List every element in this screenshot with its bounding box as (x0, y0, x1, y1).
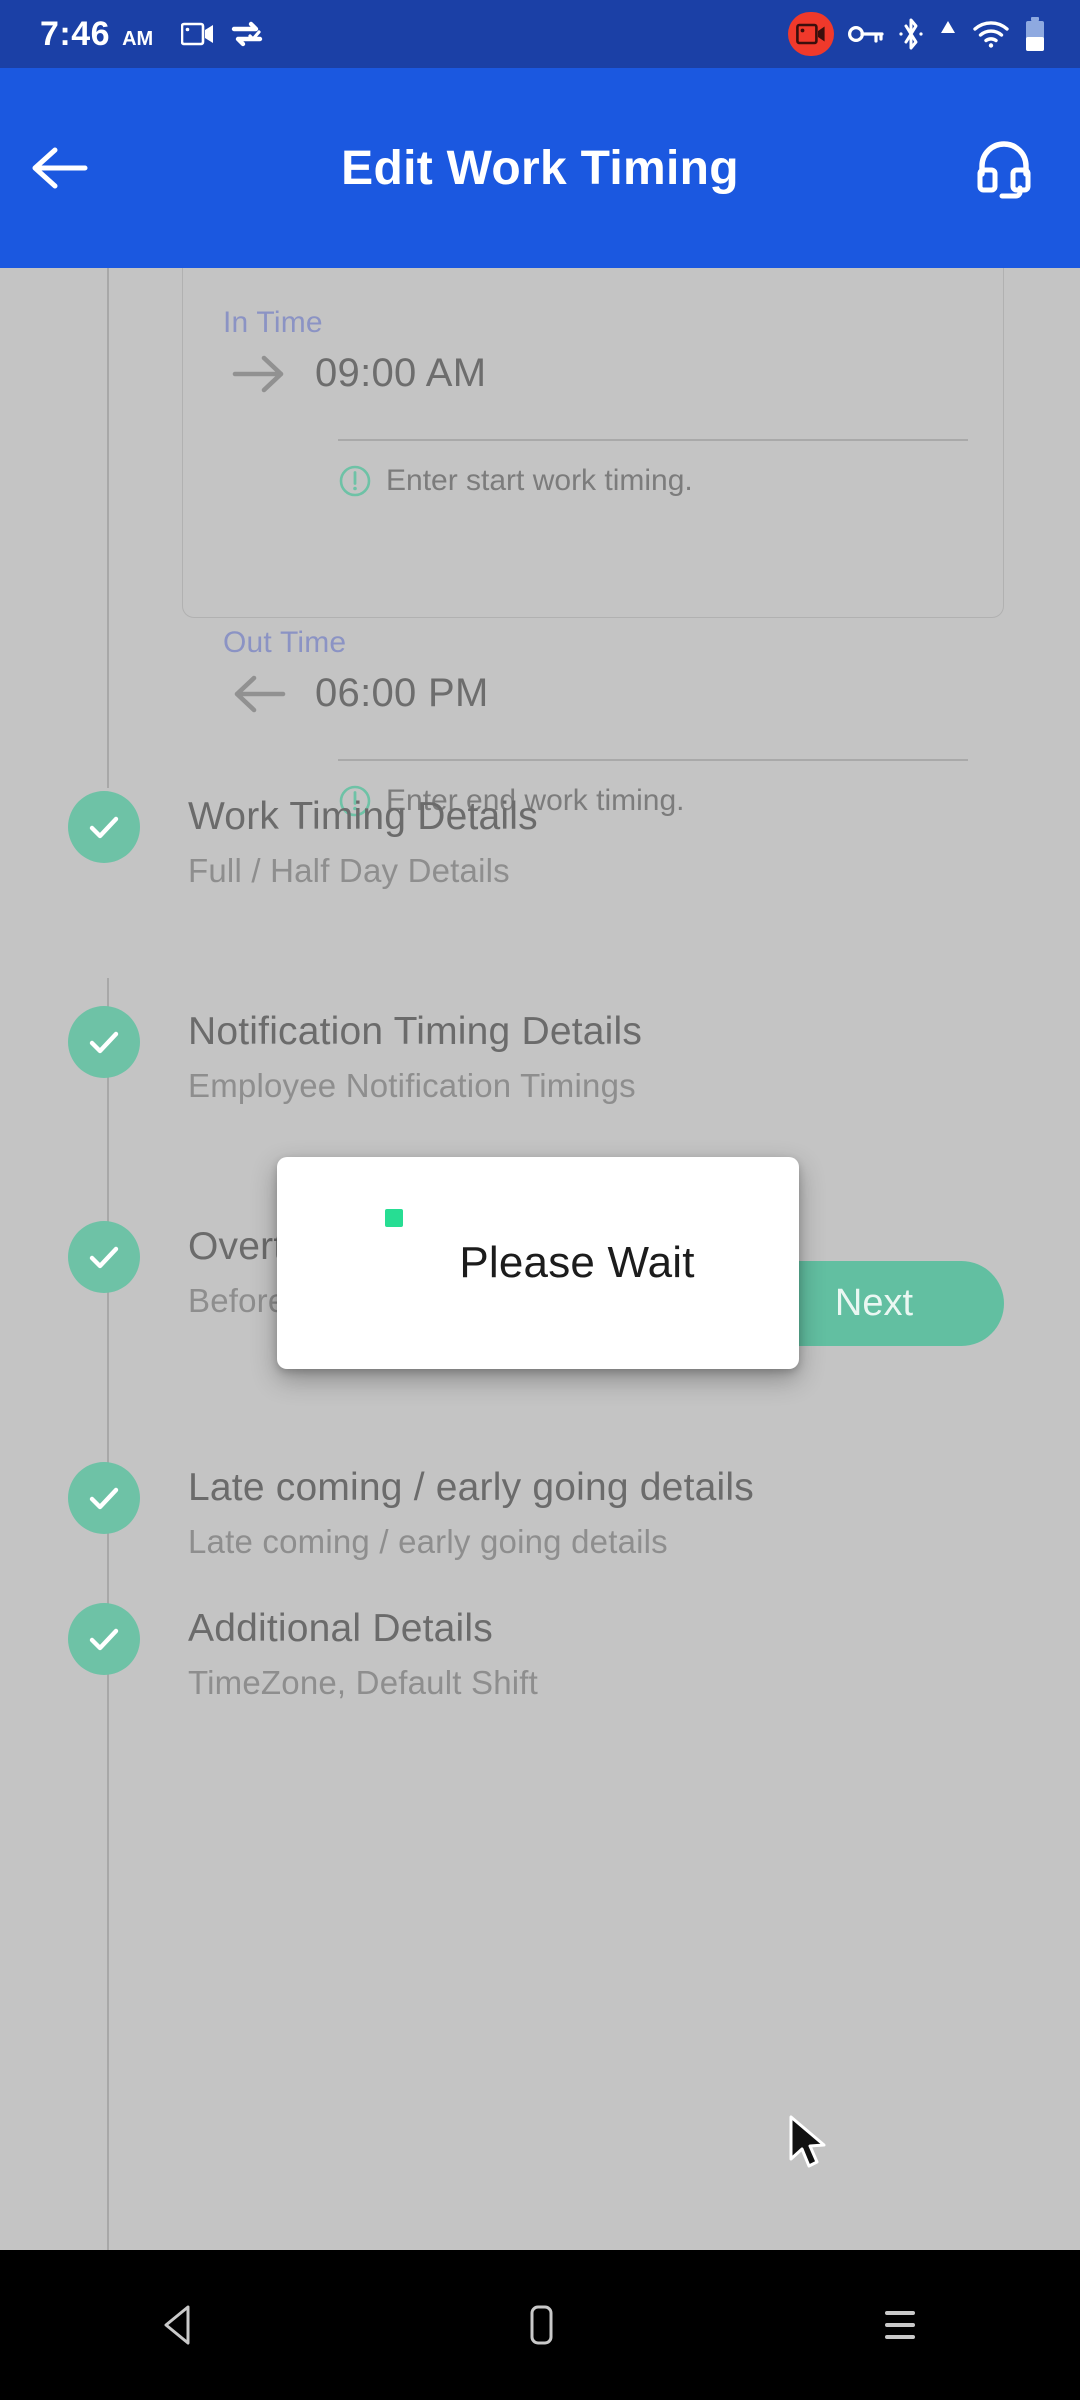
nav-home-icon (530, 2305, 553, 2345)
arrow-left-icon (223, 672, 315, 716)
phone-screen: 7:46 AM Edit Work Timing In Time 09:00 A… (0, 0, 1080, 2400)
data-saver-icon (231, 21, 263, 46)
support-button[interactable] (972, 136, 1080, 200)
in-time-value: 09:00 AM (315, 351, 487, 395)
step-text: Additional Details TimeZone, Default Shi… (188, 1603, 538, 1702)
work-timing-card: In Time 09:00 AM Enter start work timing… (182, 268, 1004, 817)
step-subtitle: TimeZone, Default Shift (188, 1663, 539, 1701)
out-time-value: 06:00 PM (315, 671, 489, 715)
step-item-work-timing-details[interactable]: Work Timing Details Full / Half Day Deta… (68, 791, 538, 890)
signal-triangle-icon (941, 21, 955, 33)
in-time-label: In Time (223, 306, 323, 339)
in-time-helper: Enter start work timing. (338, 464, 693, 498)
in-time-helper-text: Enter start work timing. (386, 464, 693, 497)
step-text: Notification Timing Details Employee Not… (188, 1006, 642, 1105)
status-bar: 7:46 AM (0, 0, 1080, 68)
in-time-row[interactable]: 09:00 AM (223, 351, 486, 396)
wifi-icon (973, 21, 1009, 48)
arrow-right-icon (223, 352, 315, 396)
android-navigation-bar (0, 2250, 1080, 2400)
step-item-late-coming-early-going-details[interactable]: Late coming / early going details Late c… (68, 1462, 754, 1561)
status-bar-right-icons (788, 12, 1080, 56)
nav-recents-icon (885, 2311, 915, 2339)
step-title: Work Timing Details (188, 795, 538, 838)
status-bar-clock: 7:46 (40, 14, 111, 53)
out-time-label: Out Time (223, 626, 347, 659)
step-title: Notification Timing Details (188, 1010, 643, 1053)
out-time-row[interactable]: 06:00 PM (223, 671, 489, 716)
check-circle-icon (68, 791, 140, 863)
status-bar-left-icons (181, 20, 263, 48)
status-bar-left: 7:46 AM (0, 15, 263, 54)
nav-home-button[interactable] (450, 2250, 630, 2400)
step-text: Late coming / early going details Late c… (188, 1462, 754, 1561)
step-text: Work Timing Details Full / Half Day Deta… (188, 791, 538, 890)
video-camera-icon (181, 22, 214, 45)
back-button[interactable] (0, 145, 120, 191)
app-bar: Edit Work Timing (0, 68, 1080, 268)
step-subtitle: Late coming / early going details (188, 1522, 668, 1560)
check-circle-icon (68, 1603, 140, 1675)
check-circle-icon (68, 1462, 140, 1534)
check-circle-icon (68, 1006, 140, 1078)
nav-back-button[interactable] (90, 2250, 270, 2400)
step-item-notification-timing-details[interactable]: Notification Timing Details Employee Not… (68, 1006, 642, 1105)
check-circle-icon (68, 1221, 140, 1293)
step-title: Late coming / early going details (188, 1466, 754, 1509)
arrow-left-icon (32, 147, 88, 189)
screen-record-icon (788, 12, 834, 56)
step-subtitle: Employee Notification Timings (188, 1066, 636, 1104)
page-title: Edit Work Timing (341, 141, 739, 195)
nav-recents-button[interactable] (810, 2250, 990, 2400)
battery-icon (1026, 17, 1044, 51)
status-bar-meridiem: AM (122, 27, 154, 50)
info-circle-icon (339, 465, 371, 497)
rail-gap (100, 930, 118, 976)
step-item-additional-details[interactable]: Additional Details TimeZone, Default Shi… (68, 1603, 538, 1702)
nav-back-triangle-icon (164, 2305, 190, 2345)
bluetooth-icon (899, 18, 923, 50)
dialog-message: Please Wait (459, 1238, 695, 1287)
step-title: Additional Details (188, 1607, 493, 1650)
next-button-label: Next (834, 1282, 914, 1324)
in-time-underline (338, 439, 968, 441)
out-time-underline (338, 759, 968, 761)
headset-icon (977, 141, 1031, 199)
please-wait-dialog: Please Wait (277, 1157, 799, 1369)
step-subtitle: Full / Half Day Details (188, 851, 510, 889)
vpn-key-icon (848, 26, 884, 43)
